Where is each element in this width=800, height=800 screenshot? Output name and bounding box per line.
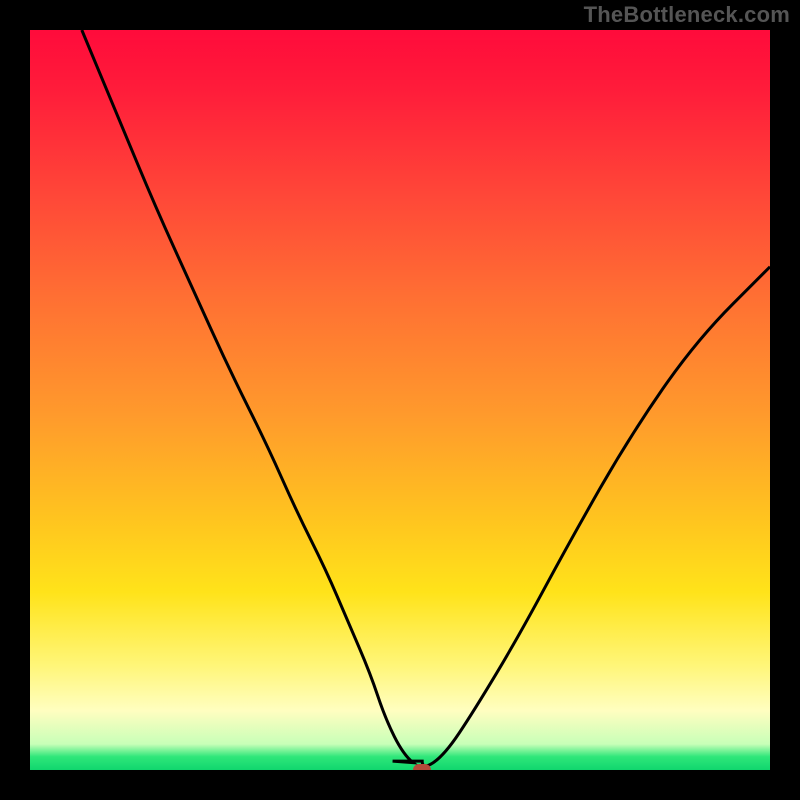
curve-path [82, 30, 770, 766]
watermark-text: TheBottleneck.com [584, 2, 790, 28]
plot-area [30, 30, 770, 770]
chart-frame: TheBottleneck.com [0, 0, 800, 800]
bottleneck-curve [30, 30, 770, 770]
minimum-marker [413, 764, 431, 770]
